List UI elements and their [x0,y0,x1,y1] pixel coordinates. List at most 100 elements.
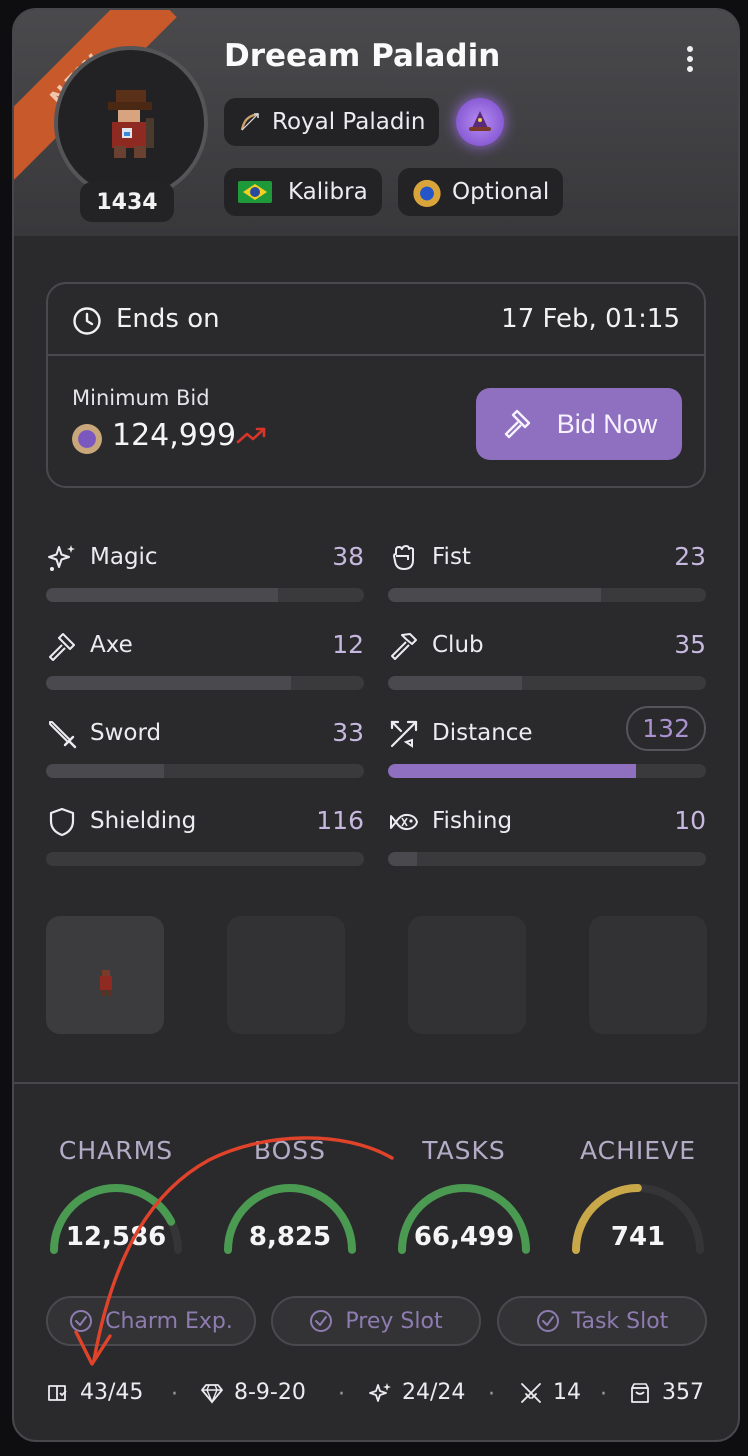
gauge-tasks: TASKS 66,499 [384,1136,544,1266]
outfit-slot-2[interactable] [227,916,345,1034]
skill-progress-fill [388,852,417,866]
bag-icon [631,1382,649,1403]
stat-bestiary: 43/45 [46,1380,143,1405]
vocation-chip: Royal Paladin [224,98,440,146]
skill-fist: Fist 23 [388,542,706,614]
gauge-value: 12,586 [65,1222,167,1252]
check-circle-icon [310,1310,333,1332]
skill-label: Distance [432,720,533,746]
skill-progress-fill [388,764,637,778]
skill-label: Club [432,632,484,658]
card-header: NEW 1434 Dreeam Paladin [14,10,738,236]
stat-value: 14 [553,1380,581,1405]
skill-progress-fill [46,588,279,602]
bid-now-label: Bid Now [556,408,658,439]
skill-progress-fill [46,676,291,690]
ends-on-date: 17 Feb, 01:15 [501,304,680,334]
skill-progress-track [388,852,706,866]
skill-value: 116 [316,806,364,835]
perk-label: Charm Exp. [105,1308,233,1334]
stat-value: 357 [662,1380,704,1405]
shield-icon [49,807,75,837]
character-name: Dreeam Paladin [224,38,501,74]
gauge-title: BOSS [253,1136,327,1165]
skill-progress-fill [388,676,522,690]
stat-value: 43/45 [80,1380,144,1405]
skill-progress-track [46,764,364,778]
skill-progress-fill [388,588,602,602]
skill-progress-track [388,764,706,778]
skill-progress-track [46,852,364,866]
perk-label: Prey Slot [345,1308,443,1334]
perk-task-slot[interactable]: Task Slot [497,1296,707,1346]
stat-value: 8-9-20 [234,1380,306,1405]
stat-value: 24/24 [402,1380,466,1405]
skill-axe: Axe 12 [46,630,364,702]
skill-value: 23 [674,542,706,571]
skill-magic: Magic 38 [46,542,364,614]
gauge-achieve: ACHIEVE 741 [558,1136,718,1266]
separator-dot: · [338,1382,345,1407]
tibia-coin-icon [72,424,102,454]
gauge-charms: CHARMS 12,586 [36,1136,196,1266]
sword-icon [49,721,77,749]
minimum-bid-value: 124,999 [112,418,237,453]
outfit-slot-1[interactable] [46,916,164,1034]
gavel-icon [504,409,530,439]
character-card[interactable]: NEW 1434 Dreeam Paladin [12,8,740,1442]
section-divider [14,1082,738,1084]
book-icon [48,1384,67,1401]
separator-dot: · [171,1382,178,1407]
fist-icon [393,545,414,570]
auction-end-row: Ends on 17 Feb, 01:15 [48,284,704,356]
amulet-icon [412,177,442,207]
wizard-hat-icon [456,98,504,146]
stat-gems: 8-9-20 [200,1380,306,1405]
brazil-flag-icon [238,181,272,203]
check-circle-icon [70,1310,93,1332]
separator-dot: · [600,1382,607,1407]
perk-label: Task Slot [571,1308,669,1334]
vocation-label: Royal Paladin [272,109,426,135]
bid-now-button[interactable]: Bid Now [476,388,682,460]
skill-value: 33 [332,718,364,747]
sparkles-icon [369,1382,391,1402]
kebab-menu-icon[interactable] [676,42,704,76]
skill-sword: Sword 33 [46,718,364,790]
skill-progress-track [388,588,706,602]
skill-value: 38 [332,542,364,571]
perk-prey-slot[interactable]: Prey Slot [271,1296,481,1346]
skill-progress-track [46,676,364,690]
check-circle-icon [536,1310,559,1332]
outfit-slot-3[interactable] [408,916,526,1034]
auction-panel: Ends on 17 Feb, 01:15 Minimum Bid 124,99… [46,282,706,488]
skill-label: Fishing [432,808,513,834]
skill-value-badge: 132 [626,706,706,751]
skill-shielding: Shielding 116 [46,806,364,878]
hammer-icon [391,633,417,660]
skill-label: Shielding [90,808,197,834]
skill-label: Sword [90,720,162,746]
fish-icon [390,813,418,831]
perk-charm-exp[interactable]: Charm Exp. [46,1296,256,1346]
world-label: Kalibra [288,179,368,205]
skill-progress-fill [46,764,164,778]
outfit-sprite-icon [100,970,112,996]
crossed-swords-icon [521,1382,541,1403]
outfit-slot-4[interactable] [589,916,707,1034]
skill-fishing: Fishing 10 [388,806,706,878]
skill-value: 12 [332,630,364,659]
axe-icon [49,633,75,661]
ends-on-label: Ends on [116,304,220,334]
level-badge: 1434 [80,182,174,222]
gauge-value: 741 [610,1222,666,1252]
sparkles-icon [48,545,75,571]
skill-label: Axe [90,632,133,658]
minimum-bid-label: Minimum Bid [72,386,210,410]
gauge-value: 66,499 [413,1222,515,1252]
gauge-title: ACHIEVE [580,1136,696,1165]
clock-icon [73,307,101,335]
pvp-chip: Optional [398,168,564,216]
character-avatar[interactable] [54,46,208,200]
world-chip: Kalibra [224,168,382,216]
